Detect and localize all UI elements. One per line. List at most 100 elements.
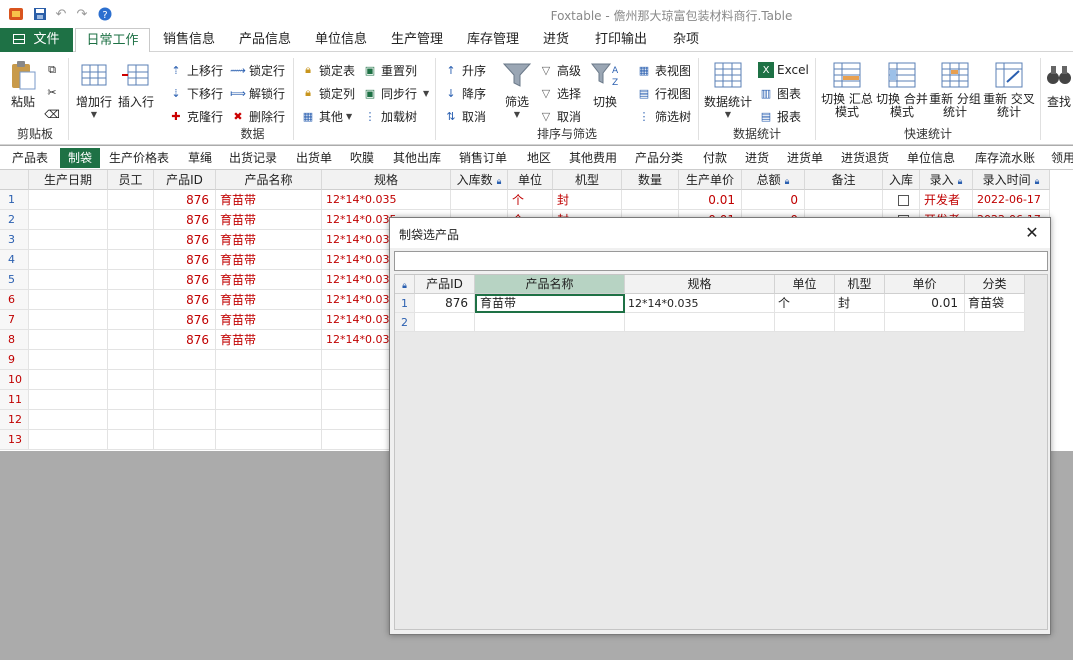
- current-cell[interactable]: 育苗带: [475, 294, 625, 313]
- table-cell[interactable]: 育苗带: [216, 210, 322, 230]
- tab-file[interactable]: 文件: [0, 28, 73, 52]
- table-cell[interactable]: 876: [154, 310, 216, 330]
- switch-merge-button[interactable]: 切换 合并模式: [875, 60, 929, 119]
- sheet-tab-purchase-order[interactable]: 进货单: [782, 148, 828, 168]
- chart-button[interactable]: ▥ 图表: [758, 83, 801, 103]
- table-cell[interactable]: [622, 190, 679, 210]
- sheet-tab-purchase-return[interactable]: 进货退货: [836, 148, 894, 168]
- column-header[interactable]: 规格: [322, 170, 451, 190]
- table-cell[interactable]: [108, 390, 154, 410]
- tab-misc[interactable]: 杂项: [666, 28, 706, 52]
- table-cell[interactable]: [965, 313, 1025, 332]
- switch-filter-button[interactable]: AZ 切换: [588, 60, 622, 110]
- filter-tree-button[interactable]: ⋮ 筛选树: [636, 106, 692, 126]
- lock-col-button[interactable]: 🔒︎ 锁定列: [300, 83, 355, 103]
- table-cell[interactable]: 0: [742, 190, 805, 210]
- table-cell[interactable]: [108, 250, 154, 270]
- column-header[interactable]: 数量: [622, 170, 679, 190]
- table-cell[interactable]: [29, 410, 108, 430]
- table-cell[interactable]: [108, 330, 154, 350]
- table-cell[interactable]: [775, 313, 835, 332]
- column-header[interactable]: 备注: [805, 170, 883, 190]
- column-header[interactable]: 总额 🔒︎: [742, 170, 805, 190]
- column-header[interactable]: 生产单价: [679, 170, 742, 190]
- insert-row-button[interactable]: 插入行: [116, 60, 156, 110]
- table-cell[interactable]: [108, 350, 154, 370]
- switch-summary-button[interactable]: 切换 汇总模式: [820, 60, 874, 119]
- column-header[interactable]: 产品名称: [216, 170, 322, 190]
- column-header[interactable]: 生产日期: [29, 170, 108, 190]
- table-cell[interactable]: [29, 370, 108, 390]
- column-header[interactable]: 入库数 🔒︎: [451, 170, 508, 190]
- sheet-tab-price-table[interactable]: 生产价格表: [104, 148, 174, 168]
- table-cell[interactable]: [29, 250, 108, 270]
- grid-corner[interactable]: 🔒︎: [395, 275, 415, 294]
- table-cell[interactable]: [154, 350, 216, 370]
- excel-button[interactable]: X Excel: [758, 60, 809, 80]
- load-tree-button[interactable]: ⋮ 加载树: [362, 106, 418, 126]
- grid-corner[interactable]: [0, 170, 29, 190]
- sheet-tab-blown-film[interactable]: 吹膜: [344, 148, 380, 168]
- table-cell[interactable]: [29, 230, 108, 250]
- table-cell[interactable]: 0.01: [885, 294, 965, 313]
- table-cell[interactable]: [625, 313, 775, 332]
- cancel-sort-button[interactable]: ⇅ 取消: [443, 106, 486, 126]
- table-cell[interactable]: [29, 290, 108, 310]
- lock-table-button[interactable]: 🔒︎ 锁定表: [300, 60, 355, 80]
- table-cell[interactable]: [154, 390, 216, 410]
- report-button[interactable]: ▤ 报表: [758, 106, 801, 126]
- sheet-tab-stock-ledger[interactable]: 库存流水账: [970, 148, 1040, 168]
- table-cell[interactable]: [108, 270, 154, 290]
- table-cell[interactable]: [108, 190, 154, 210]
- table-view-button[interactable]: ▦ 表视图: [636, 60, 691, 80]
- table-cell[interactable]: 个: [508, 190, 553, 210]
- table-cell[interactable]: 育苗带: [216, 330, 322, 350]
- table-cell[interactable]: [216, 410, 322, 430]
- column-header[interactable]: 录入 🔒︎: [920, 170, 973, 190]
- other-dropdown[interactable]: ▦ 其他 ▼: [300, 106, 352, 126]
- column-header[interactable]: 产品ID: [154, 170, 216, 190]
- add-row-button[interactable]: 增加行 ▼: [74, 60, 114, 119]
- table-cell[interactable]: [108, 290, 154, 310]
- table-cell[interactable]: [108, 210, 154, 230]
- sheet-tab-other-fees[interactable]: 其他费用: [564, 148, 622, 168]
- tab-unit-info[interactable]: 单位信息: [306, 28, 376, 52]
- table-cell[interactable]: [835, 313, 885, 332]
- table-cell[interactable]: 封: [835, 294, 885, 313]
- table-cell[interactable]: [29, 330, 108, 350]
- table-cell[interactable]: [154, 410, 216, 430]
- sheet-tab-product-category[interactable]: 产品分类: [630, 148, 688, 168]
- table-cell[interactable]: [216, 390, 322, 410]
- table-cell[interactable]: 876: [154, 250, 216, 270]
- table-cell[interactable]: [29, 210, 108, 230]
- table-cell[interactable]: [216, 430, 322, 450]
- tab-print[interactable]: 打印输出: [588, 28, 654, 52]
- sheet-tab-payment[interactable]: 付款: [698, 148, 732, 168]
- table-cell[interactable]: [475, 313, 625, 332]
- table-cell[interactable]: [805, 190, 883, 210]
- select-filter-button[interactable]: ▽ 选择: [538, 83, 581, 103]
- column-header[interactable]: 单位: [508, 170, 553, 190]
- table-cell[interactable]: 876: [415, 294, 475, 313]
- reset-col-button[interactable]: ▣ 重置列: [362, 60, 417, 80]
- table-cell[interactable]: [29, 390, 108, 410]
- table-cell[interactable]: [154, 370, 216, 390]
- column-header[interactable]: 机型: [553, 170, 622, 190]
- paste-button[interactable]: 粘贴: [6, 60, 40, 110]
- tab-sales-info[interactable]: 销售信息: [154, 28, 224, 52]
- table-cell[interactable]: 12*14*0.035: [322, 190, 451, 210]
- sheet-tab-requisition[interactable]: 领用: [1048, 148, 1073, 168]
- sheet-tab-unit-info[interactable]: 单位信息: [902, 148, 960, 168]
- table-cell[interactable]: [29, 350, 108, 370]
- tab-inventory[interactable]: 库存管理: [458, 28, 528, 52]
- unlock-row-button[interactable]: ⟾ 解锁行: [230, 83, 285, 103]
- tab-product-info[interactable]: 产品信息: [230, 28, 300, 52]
- column-header[interactable]: 规格: [625, 275, 775, 294]
- find-button[interactable]: 查找: [1045, 60, 1073, 110]
- cancel-filter-button[interactable]: ▽ 取消: [538, 106, 581, 126]
- table-cell[interactable]: [108, 310, 154, 330]
- table-cell[interactable]: 育苗带: [216, 290, 322, 310]
- sheet-tab-shipment-order[interactable]: 出货单: [290, 148, 338, 168]
- move-down-button[interactable]: ⇣ 下移行: [168, 83, 223, 103]
- table-cell[interactable]: 育苗袋: [965, 294, 1025, 313]
